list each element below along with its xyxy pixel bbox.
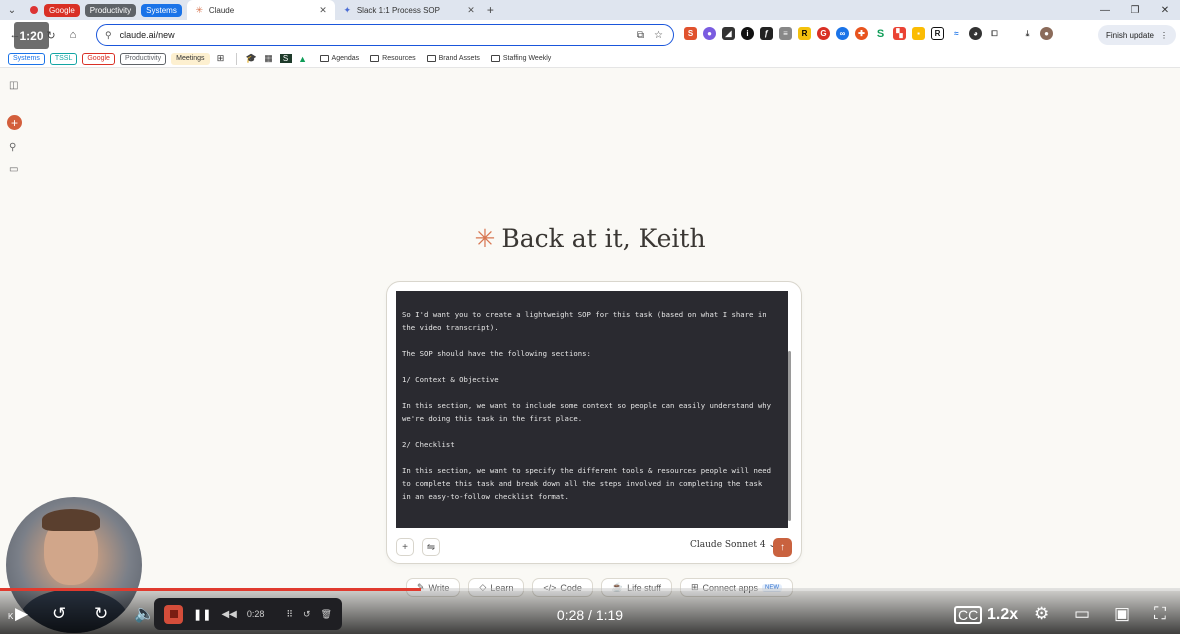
bookmark-calendar-icon[interactable]: ▦ <box>263 53 275 64</box>
model-selector[interactable]: Claude Sonnet 4 ⌄ <box>690 540 776 550</box>
extension-icon[interactable]: R <box>798 27 811 40</box>
webcam-hair <box>42 509 100 531</box>
bookmark-star-icon[interactable]: ☆ <box>654 30 663 41</box>
bookmark-drive-icon[interactable]: ▲ <box>297 54 309 64</box>
extension-icon[interactable]: i <box>741 27 754 40</box>
folder-icon <box>490 55 500 62</box>
recording-indicator-icon <box>30 6 38 14</box>
tab-close-icon[interactable]: ✕ <box>467 5 475 16</box>
url-text: claude.ai/new <box>119 30 175 40</box>
extension-icon[interactable]: S <box>684 27 697 40</box>
finish-update-button[interactable]: Finish update ⋮ <box>1097 25 1176 45</box>
browser-toolbar: ← ↻ ⌂ ⚲ claude.ai/new ⧉ ☆ S ● ◢ i ƒ ≡ R … <box>0 20 1180 50</box>
scrollbar-thumb[interactable] <box>788 351 791 521</box>
more-menu-icon: ⋮ <box>1160 30 1168 40</box>
tab-close-icon[interactable]: ✕ <box>319 5 327 16</box>
browser-tab-bar: ⌄ Google Productivity Systems ✳ Claude ✕… <box>0 0 1180 20</box>
prompt-input[interactable]: So I'd want you to create a lightweight … <box>396 291 788 528</box>
sidebar-toggle-icon[interactable]: ◫ <box>9 80 18 91</box>
profile-avatar-icon[interactable]: ● <box>1040 27 1053 40</box>
extension-icon[interactable]: S <box>874 27 887 40</box>
folder-icon <box>319 55 329 62</box>
bookmark-folder-resources[interactable]: Resources <box>370 55 416 62</box>
tab-group-productivity[interactable]: Productivity <box>84 3 137 17</box>
extension-icon[interactable]: ◢ <box>722 27 735 40</box>
prompt-text: So I'd want you to create a lightweight … <box>402 310 772 501</box>
extension-icon[interactable]: ≡ <box>779 27 792 40</box>
bookmark-folder-agendas[interactable]: Agendas <box>319 55 359 62</box>
bookmark-group-google[interactable]: Google <box>82 52 115 65</box>
minimize-icon[interactable]: — <box>1090 5 1120 16</box>
extension-icon[interactable]: ▪ <box>912 27 925 40</box>
miniplayer-icon[interactable]: ▣ <box>1114 604 1130 624</box>
folder-icon <box>426 55 436 62</box>
extensions-puzzle-icon[interactable]: ⧠ <box>988 27 1001 40</box>
bookmark-graduation-icon[interactable]: 🎓 <box>246 53 258 64</box>
bookmark-group-tssl[interactable]: TSSL <box>49 52 78 65</box>
extension-icon[interactable]: ∞ <box>836 27 849 40</box>
cast-icon[interactable]: ⧉ <box>637 30 644 41</box>
extension-icon[interactable]: R <box>931 27 944 40</box>
extension-icon[interactable]: ≈ <box>950 27 963 40</box>
restore-icon[interactable]: ❐ <box>1120 5 1150 16</box>
claude-favicon-icon: ✳ <box>195 4 204 15</box>
tab-group-google[interactable]: Google <box>44 3 80 17</box>
video-progress-fill <box>0 588 422 591</box>
home-icon[interactable]: ⌂ <box>62 29 84 41</box>
projects-icon[interactable]: ▭ <box>9 164 18 175</box>
bookmark-group-systems[interactable]: Systems <box>8 52 45 65</box>
download-icon[interactable]: ⤓ <box>1021 27 1034 40</box>
new-chat-button[interactable]: + <box>7 115 22 130</box>
tab-label: Claude <box>208 5 235 15</box>
apps-grid-icon[interactable]: ⊞ <box>215 53 227 64</box>
rewind-time-badge: 1:20 <box>14 22 49 49</box>
clickup-favicon-icon: ✦ <box>343 4 352 15</box>
fullscreen-icon[interactable]: ⛶ <box>1154 604 1166 624</box>
folder-icon <box>370 55 380 62</box>
extension-icon[interactable]: G <box>817 27 830 40</box>
greeting-heading: ✳ Back at it, Keith <box>474 224 706 253</box>
claude-sidebar: ◫ + ⚲ ▭ <box>0 70 30 590</box>
extension-icon[interactable]: ƒ <box>760 27 773 40</box>
playback-speed[interactable]: 1.2x <box>987 606 1018 624</box>
bookmarks-bar: Systems TSSL Google Productivity Meeting… <box>0 50 1180 68</box>
chats-icon[interactable]: ⚲ <box>9 142 16 153</box>
extension-icon[interactable]: ◕ <box>969 27 982 40</box>
bookmark-folder-staffing-weekly[interactable]: Staffing Weekly <box>490 55 551 62</box>
theater-mode-icon[interactable]: ▭ <box>1074 604 1090 624</box>
chat-composer: So I'd want you to create a lightweight … <box>386 281 802 564</box>
extension-icon[interactable]: ✚ <box>855 27 868 40</box>
tab-label: Slack 1:1 Process SOP <box>356 5 440 15</box>
bookmark-group-meetings[interactable]: Meetings <box>171 52 210 65</box>
extension-icon[interactable]: ● <box>703 27 716 40</box>
bookmark-separator <box>235 52 237 65</box>
address-bar[interactable]: ⚲ claude.ai/new ⧉ ☆ <box>96 24 674 46</box>
prompt-scrollbar[interactable] <box>788 296 792 521</box>
tab-slack-sop[interactable]: ✦ Slack 1:1 Process SOP ✕ <box>335 0 483 20</box>
captions-icon[interactable]: CC <box>954 606 983 624</box>
tab-claude[interactable]: ✳ Claude ✕ <box>186 0 335 20</box>
bookmark-group-productivity[interactable]: Productivity <box>119 52 167 65</box>
window-controls: — ❐ ✕ <box>1090 0 1180 20</box>
tab-search-icon[interactable]: ⌄ <box>4 2 20 18</box>
tab-group-systems[interactable]: Systems <box>141 3 182 17</box>
site-info-icon[interactable]: ⚲ <box>105 30 112 41</box>
bookmark-folder-brand-assets[interactable]: Brand Assets <box>426 55 480 62</box>
bookmark-s-icon[interactable]: S <box>279 54 292 63</box>
tools-settings-button[interactable]: ⇋ <box>422 538 440 556</box>
close-window-icon[interactable]: ✕ <box>1150 5 1180 16</box>
extension-icon[interactable]: ▚ <box>893 27 906 40</box>
video-progress-bar[interactable] <box>0 588 1180 591</box>
settings-gear-icon[interactable]: ⚙ <box>1034 604 1049 624</box>
add-attachment-button[interactable]: + <box>396 538 414 556</box>
extensions-row: S ● ◢ i ƒ ≡ R G ∞ ✚ S ▚ ▪ R ≈ ◕ ⧠ ⤓ ● <box>684 27 1053 40</box>
send-button[interactable]: ↑ <box>773 538 792 557</box>
new-tab-icon[interactable]: + <box>487 3 494 17</box>
claude-spark-icon: ✳ <box>474 224 496 253</box>
